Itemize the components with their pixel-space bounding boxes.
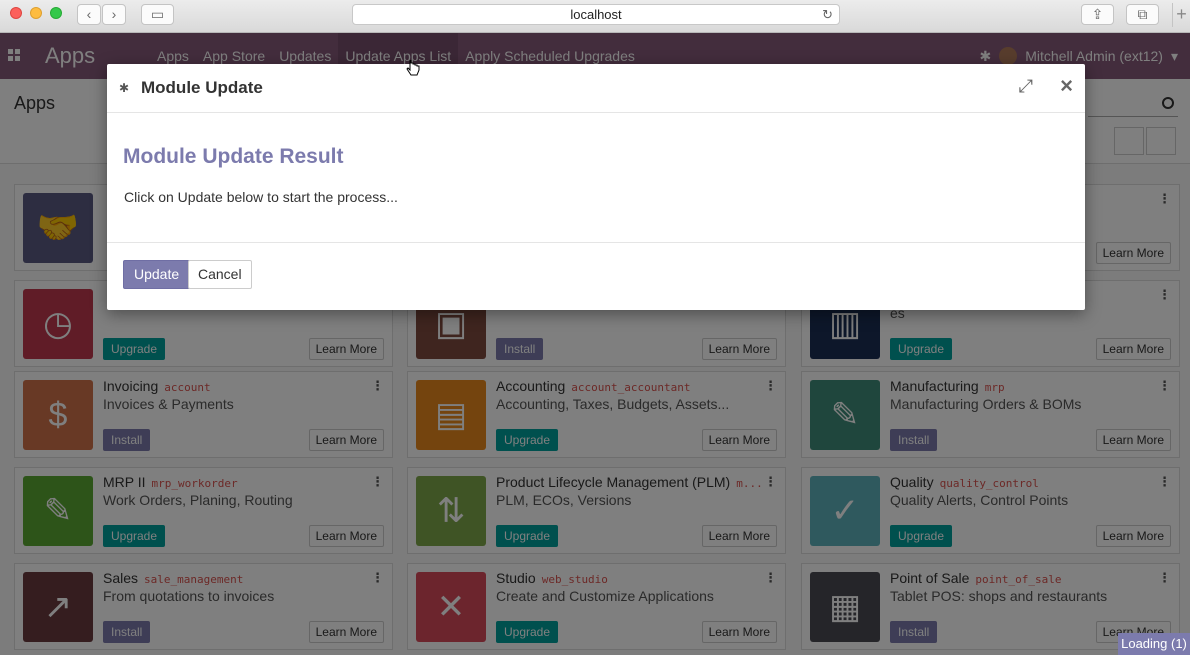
sidebar-button[interactable]: ▭ bbox=[141, 4, 174, 25]
bug-icon: ✱ bbox=[119, 81, 130, 95]
expand-icon[interactable]: ⤢ bbox=[1019, 76, 1033, 97]
close-icon[interactable]: × bbox=[1060, 73, 1073, 99]
share-button[interactable]: ⇪ bbox=[1081, 4, 1114, 25]
chevron-right-icon: › bbox=[111, 6, 117, 22]
sidebar-icon: ▭ bbox=[150, 6, 165, 22]
hand-cursor-icon bbox=[406, 60, 420, 76]
reload-icon[interactable]: ↻ bbox=[822, 5, 833, 24]
minimize-window-button[interactable] bbox=[30, 7, 42, 19]
zoom-window-button[interactable] bbox=[50, 7, 62, 19]
url-text: localhost bbox=[570, 7, 622, 22]
back-button[interactable]: ‹ bbox=[77, 4, 101, 25]
module-update-dialog: ✱ Module Update ⤢ × Module Update Result… bbox=[107, 64, 1085, 310]
tabs-button[interactable]: ⧉ bbox=[1126, 4, 1159, 25]
loading-indicator: Loading (1) bbox=[1118, 633, 1190, 655]
plus-icon: + bbox=[1176, 4, 1187, 24]
update-button[interactable]: Update bbox=[123, 260, 191, 289]
new-tab-button[interactable]: + bbox=[1172, 3, 1190, 27]
dialog-header: ✱ Module Update ⤢ × bbox=[107, 64, 1085, 113]
cancel-button[interactable]: Cancel bbox=[188, 260, 252, 289]
forward-button[interactable]: › bbox=[102, 4, 126, 25]
dialog-footer: Update Cancel bbox=[107, 242, 1085, 310]
tabs-icon: ⧉ bbox=[1137, 6, 1148, 22]
dialog-title: Module Update bbox=[141, 78, 263, 97]
result-text: Click on Update below to start the proce… bbox=[124, 189, 398, 205]
close-window-button[interactable] bbox=[10, 7, 22, 19]
result-heading: Module Update Result bbox=[123, 145, 344, 168]
chevron-left-icon: ‹ bbox=[86, 6, 92, 22]
browser-toolbar: ‹ › ▭ localhost ↻ ⇪ ⧉ + bbox=[0, 0, 1190, 33]
address-bar[interactable]: localhost ↻ bbox=[352, 4, 840, 25]
share-icon: ⇪ bbox=[1091, 6, 1104, 22]
